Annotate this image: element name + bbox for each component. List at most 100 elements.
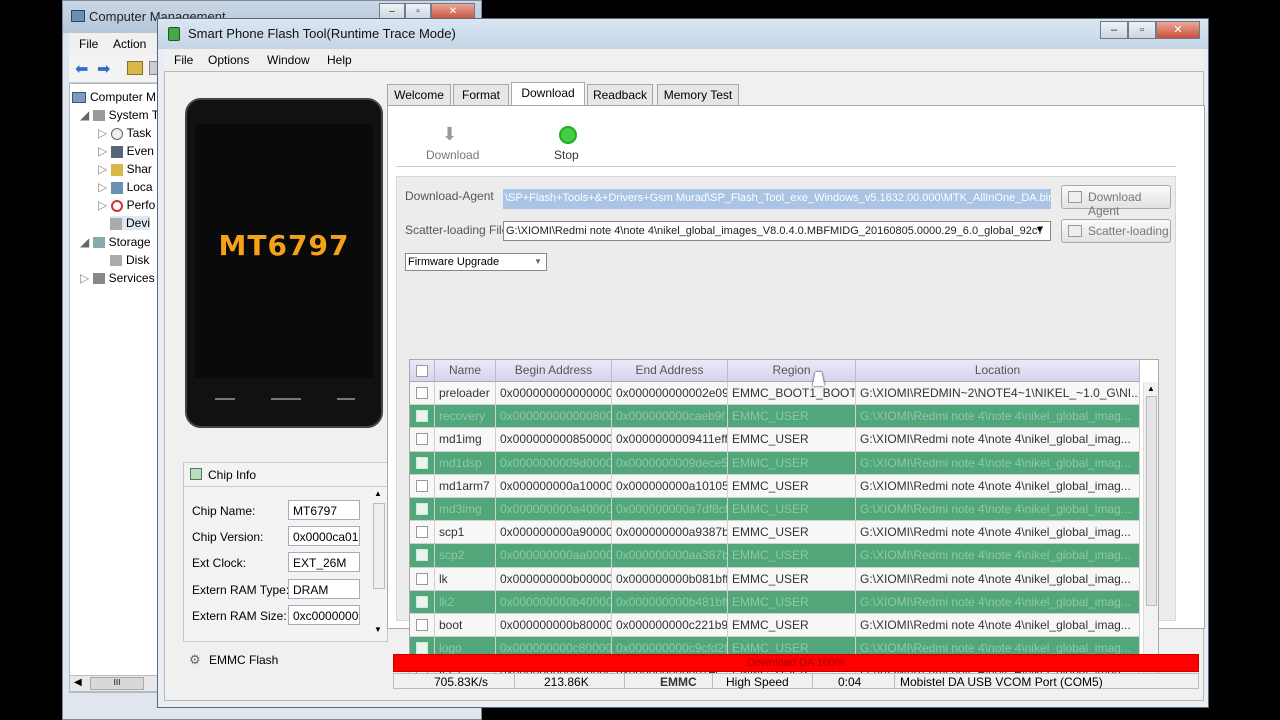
forward-arrow-icon[interactable]: ➡ xyxy=(97,59,110,79)
menu-help[interactable]: Help xyxy=(327,53,352,67)
tree-item-system-tools[interactable]: ◢ System T xyxy=(80,108,159,122)
menu-file[interactable]: File xyxy=(174,53,193,67)
scroll-up-icon[interactable]: ▲ xyxy=(374,489,382,498)
tab-format[interactable]: Format xyxy=(453,84,509,106)
table-row[interactable]: md1img 0x0000000008500000 0x0000000009411e… xyxy=(410,428,1140,452)
close-button[interactable]: ✕ xyxy=(1156,21,1200,39)
row-checkbox[interactable] xyxy=(416,503,428,515)
scroll-up-icon[interactable]: ▲ xyxy=(1147,384,1155,393)
mode-select[interactable]: Firmware Upgrade ▼ xyxy=(405,253,547,271)
cm-menu-action[interactable]: Action xyxy=(113,37,146,51)
cm-tree: Computer M ◢ System T ▷ Task ▷ Even ▷ Sh… xyxy=(69,83,169,693)
scroll-thumb[interactable]: III xyxy=(90,677,144,690)
gear-icon: ⚙ xyxy=(189,652,201,667)
folder-up-icon[interactable] xyxy=(127,61,143,75)
tree-item-computer[interactable]: Computer M xyxy=(72,90,156,104)
cell-location: G:\XIOMI\Redmi note 4\note 4\nikel_globa… xyxy=(856,451,1140,475)
row-checkbox[interactable] xyxy=(416,433,428,446)
table-scrollbar[interactable]: ▲ ▼ xyxy=(1143,382,1158,688)
row-checkbox[interactable] xyxy=(416,526,428,539)
chip-info-scrollbar[interactable]: ▲ ▼ xyxy=(372,489,386,639)
header-name[interactable]: Name xyxy=(435,360,496,382)
cm-menu-file[interactable]: File xyxy=(79,37,98,51)
tree-item-disk-management[interactable]: Disk xyxy=(110,253,149,267)
download-agent-field[interactable]: \SP+Flash+Tools+&+Drivers+Gsm Murad\SP_F… xyxy=(503,189,1051,209)
menu-options[interactable]: Options xyxy=(208,53,249,67)
table-row[interactable]: recovery 0x0000000000008000 0x000000000cae… xyxy=(410,405,1140,429)
tab-download[interactable]: Download xyxy=(511,82,585,107)
row-checkbox[interactable] xyxy=(416,572,428,585)
table-row[interactable]: preloader 0x0000000000000000 0x00000000000… xyxy=(410,382,1140,406)
toolbar-divider xyxy=(396,166,1176,167)
cell-name: lk xyxy=(435,567,496,591)
tree-item-event-viewer[interactable]: ▷ Even xyxy=(98,144,154,158)
chip-version-field[interactable]: 0x0000ca01 xyxy=(288,526,360,546)
cell-name: lk2 xyxy=(435,590,496,614)
tab-memory-test[interactable]: Memory Test xyxy=(657,84,739,106)
status-port: Mobistel DA USB VCOM Port (COM5) xyxy=(900,675,1103,689)
table-row[interactable]: lk 0x000000000b000000 0x000000000b081bff EM… xyxy=(410,567,1140,591)
tree-item-task-scheduler[interactable]: ▷ Task xyxy=(98,126,151,140)
tree-item-services[interactable]: ▷ Services xyxy=(80,271,155,285)
table-row[interactable]: md3img 0x000000000a400000 0x000000000a7df8… xyxy=(410,498,1140,522)
tree-item-storage[interactable]: ◢ Storage xyxy=(80,235,151,249)
header-select-all[interactable] xyxy=(410,360,435,382)
table-row[interactable]: md1arm7 0x000000000a100000 0x000000000a101… xyxy=(410,474,1140,498)
header-location[interactable]: Location xyxy=(856,360,1140,382)
cell-location: G:\XIOMI\Redmi note 4\note 4\nikel_globa… xyxy=(856,544,1140,568)
tab-readback[interactable]: Readback xyxy=(587,84,653,106)
download-agent-button[interactable]: Download Agent xyxy=(1061,185,1171,218)
mode-select-value: Firmware Upgrade xyxy=(408,256,500,268)
row-checkbox-cell xyxy=(410,451,435,475)
tree-item-local-users[interactable]: ▷ Loca xyxy=(98,180,153,194)
row-checkbox[interactable] xyxy=(416,387,428,399)
chip-scroll-thumb[interactable] xyxy=(373,503,385,589)
ram-size-field[interactable]: 0xc0000000 xyxy=(288,605,360,625)
back-arrow-icon[interactable]: ⬅ xyxy=(75,59,88,79)
maximize-button[interactable]: ▫ xyxy=(1128,21,1156,39)
row-checkbox-cell xyxy=(410,498,435,521)
table-row[interactable]: scp1 0x000000000a900000 0x000000000a9387bf… xyxy=(410,521,1140,545)
chip-info-panel: Chip Info Chip Name: MT6797 Chip Version… xyxy=(183,462,388,642)
table-row[interactable]: md1dsp 0x0000000009d00000 0x0000000009dece… xyxy=(410,451,1140,475)
status-speed: 705.83K/s xyxy=(434,675,489,689)
minimize-button[interactable]: ‒ xyxy=(1100,21,1128,39)
row-checkbox[interactable] xyxy=(416,642,428,655)
table-scroll-thumb[interactable] xyxy=(1146,396,1157,606)
tree-item-shared-folders[interactable]: ▷ Shar xyxy=(98,162,152,176)
scatter-dropdown-icon[interactable]: ▼ xyxy=(1035,224,1044,234)
ram-type-field[interactable]: DRAM xyxy=(288,579,360,599)
cell-name: md1dsp xyxy=(435,451,496,475)
menu-window[interactable]: Window xyxy=(267,53,310,67)
scroll-down-icon[interactable]: ▼ xyxy=(374,625,382,634)
header-end-address[interactable]: End Address xyxy=(612,360,728,382)
stop-label: Stop xyxy=(554,148,579,162)
tree-item-device-manager[interactable]: Devi xyxy=(110,216,151,230)
row-checkbox[interactable] xyxy=(416,410,428,423)
row-checkbox-cell xyxy=(410,474,435,498)
table-row[interactable]: scp2 0x000000000aa00000 0x000000000aa387bf… xyxy=(410,544,1140,568)
cell-location: G:\XIOMI\Redmi note 4\note 4\nikel_globa… xyxy=(856,474,1140,498)
chip-name-field[interactable]: MT6797 xyxy=(288,500,360,520)
row-checkbox[interactable] xyxy=(416,595,428,608)
table-row[interactable]: lk2 0x000000000b400000 0x000000000b481bff E… xyxy=(410,590,1140,614)
row-checkbox[interactable] xyxy=(416,549,428,562)
download-agent-button-label: Download Agent xyxy=(1088,190,1142,218)
cell-end: 0x0000000009411eff xyxy=(612,428,728,452)
row-checkbox[interactable] xyxy=(416,479,428,492)
phone-screen: MT6797 xyxy=(195,124,373,378)
table-row[interactable]: boot 0x000000000b800000 0x000000000c221b9f… xyxy=(410,614,1140,638)
header-begin-address[interactable]: Begin Address xyxy=(496,360,612,382)
tab-welcome[interactable]: Welcome xyxy=(387,84,451,106)
chevron-down-icon: ▼ xyxy=(534,257,542,266)
scatter-file-field[interactable]: G:\XIOMI\Redmi note 4\note 4\nikel_globa… xyxy=(503,221,1051,241)
scroll-left-icon[interactable]: ◀ xyxy=(74,677,82,688)
row-checkbox[interactable] xyxy=(416,456,428,469)
ext-clock-field[interactable]: EXT_26M xyxy=(288,552,360,572)
scatter-loading-button[interactable]: Scatter-loading xyxy=(1061,219,1171,243)
header-region[interactable]: Region xyxy=(728,360,856,382)
chip-name-label: Chip Name: xyxy=(192,504,256,518)
select-all-checkbox[interactable] xyxy=(416,365,428,377)
tree-item-performance[interactable]: ▷ Perfo xyxy=(98,198,155,212)
row-checkbox[interactable] xyxy=(416,619,428,631)
